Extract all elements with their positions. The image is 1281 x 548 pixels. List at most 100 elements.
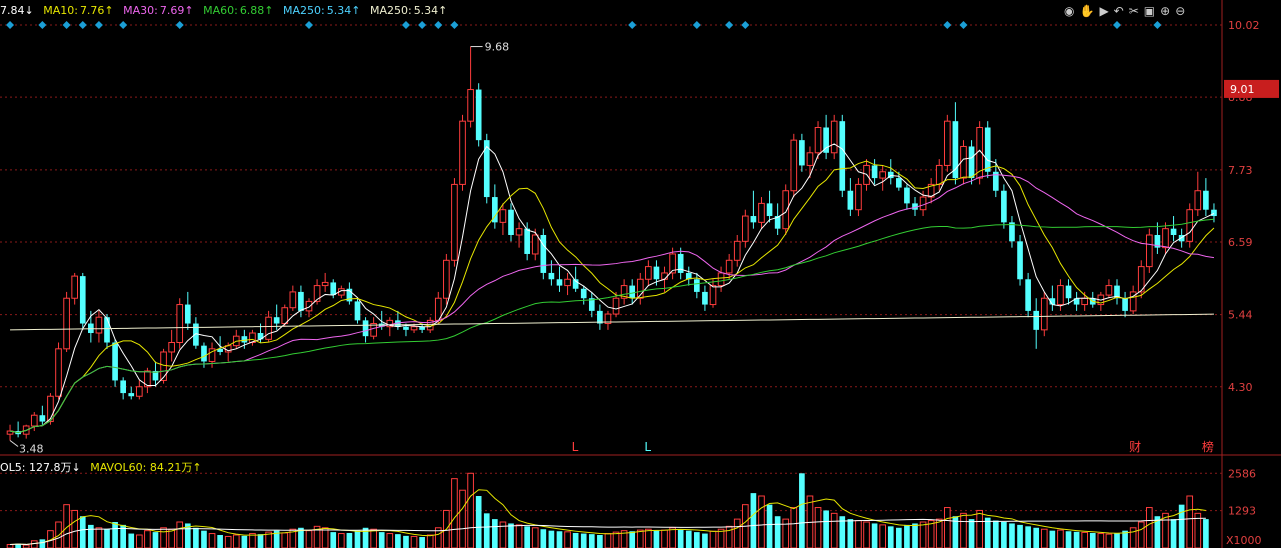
volume-bar-up xyxy=(370,528,377,548)
candle-body-up xyxy=(612,297,620,315)
volume-bar-down xyxy=(378,532,385,548)
candle-body-down xyxy=(694,279,700,292)
signal-diamond xyxy=(450,21,459,29)
candle-body-up xyxy=(733,240,741,261)
event-marker: L xyxy=(572,440,579,454)
volume-bar-up xyxy=(1137,521,1145,548)
volume-bar-up xyxy=(1097,533,1105,548)
signal-diamond xyxy=(692,21,701,29)
candle-body-down xyxy=(273,317,280,324)
volume-bar-down xyxy=(475,496,482,548)
candle-body-up xyxy=(814,127,822,154)
candle-body-up xyxy=(321,281,329,287)
volume-bar-down xyxy=(912,523,918,548)
candle-body-down xyxy=(968,146,975,179)
signal-diamond xyxy=(959,21,968,29)
volume-bar-up xyxy=(208,533,216,548)
zoom-in-icon[interactable]: ⊕ xyxy=(1160,4,1175,18)
volume-bar-up xyxy=(976,509,983,548)
volume-bar-down xyxy=(799,473,805,548)
event-marker: 榜 xyxy=(1202,439,1214,454)
volume-bar-down xyxy=(524,526,530,548)
candle-body-down xyxy=(524,228,530,254)
volume-bar-up xyxy=(321,527,329,548)
candle-body-up xyxy=(1194,190,1202,211)
volume-bar-up xyxy=(459,489,466,548)
candle-body-up xyxy=(741,215,749,242)
volume-unit-label: X1000 xyxy=(1226,534,1262,547)
ma10-value: 7.76↑ xyxy=(79,4,114,17)
current-price-label: 9.01 xyxy=(1230,83,1255,96)
candle-body-up xyxy=(281,307,289,325)
volume-bar-up xyxy=(135,534,143,548)
candle-body-up xyxy=(451,183,458,261)
volume-bar-down xyxy=(1203,519,1209,548)
play-icon[interactable]: ▶ xyxy=(1099,4,1113,18)
volume-bar-up xyxy=(1145,507,1153,548)
volume-bar-down xyxy=(588,534,595,548)
volume-bar-down xyxy=(508,523,514,548)
candle-body-down xyxy=(629,285,636,299)
volume-bar-up xyxy=(782,518,790,548)
candle-body-down xyxy=(1203,190,1209,210)
volume-bar-down xyxy=(257,534,264,548)
signal-diamond xyxy=(119,21,128,29)
candle-body-down xyxy=(548,272,555,280)
volume-tick-label: 2586 xyxy=(1228,467,1256,480)
event-marker: L xyxy=(644,440,651,454)
candle-body-up xyxy=(725,259,733,274)
candle-body-up xyxy=(758,202,765,223)
volume-bar-down xyxy=(984,517,991,548)
scissors-icon[interactable]: ✂ xyxy=(1129,4,1144,18)
volume-bar-up xyxy=(281,532,289,548)
signal-diamond xyxy=(38,21,47,29)
chart-toolbar: ◉✋▶↶✂▣⊕⊖ xyxy=(1064,4,1190,18)
ma30-label: MA30: xyxy=(123,4,158,17)
mavol60-value: MAVOL60: 84.21万↑ xyxy=(90,461,202,474)
candle-body-up xyxy=(160,351,167,381)
volume-bar-down xyxy=(597,535,603,548)
volume-bar-up xyxy=(95,527,103,548)
ma10-label: MA10: xyxy=(43,4,78,17)
signal-diamond xyxy=(175,21,184,29)
eye-icon[interactable]: ◉ xyxy=(1064,4,1079,18)
volume-bar-down xyxy=(653,530,660,548)
candle-body-down xyxy=(984,127,991,172)
volume-bar-down xyxy=(1001,522,1007,548)
candle-body-up xyxy=(935,164,943,185)
volume-bar-down xyxy=(419,537,425,548)
high-label: 9.68 xyxy=(485,41,510,54)
volume-bar-up xyxy=(661,529,668,548)
candle-body-down xyxy=(799,140,805,166)
candle-body-down xyxy=(1065,285,1072,299)
candle-body-up xyxy=(443,259,450,299)
zoom-out-icon[interactable]: ⊖ xyxy=(1175,4,1190,18)
volume-bar-up xyxy=(1040,528,1048,548)
volume-bar-up xyxy=(1057,529,1064,548)
volume-bar-up xyxy=(426,534,434,548)
crop-icon[interactable]: ▣ xyxy=(1144,4,1160,18)
candle-body-up xyxy=(71,275,79,299)
volume-bar-up xyxy=(612,531,620,548)
ma250b-value: 5.34↑ xyxy=(413,4,448,17)
candle-body-down xyxy=(330,282,337,296)
ma250-value: 5.34↑ xyxy=(326,4,361,17)
price-tick-label: 4.30 xyxy=(1228,381,1253,394)
volume-bar-down xyxy=(968,519,975,548)
candle-body-up xyxy=(1162,228,1169,249)
volume-bar-up xyxy=(451,478,458,548)
candle-body-down xyxy=(241,336,248,343)
volume-bar-up xyxy=(467,472,474,548)
candle-body-up xyxy=(168,342,175,353)
volume-bar-up xyxy=(337,533,345,548)
volume-bar-up xyxy=(709,530,717,548)
event-marker: 财 xyxy=(1129,440,1141,454)
candle-body-down xyxy=(540,235,547,273)
undo-icon[interactable]: ↶ xyxy=(1114,4,1129,18)
volume-bar-down xyxy=(201,530,207,548)
signal-diamond xyxy=(741,21,750,29)
volume-bar-down xyxy=(492,519,498,548)
volume-bar-up xyxy=(224,535,232,548)
hand-icon[interactable]: ✋ xyxy=(1079,4,1099,18)
volume-bar-down xyxy=(395,534,401,548)
